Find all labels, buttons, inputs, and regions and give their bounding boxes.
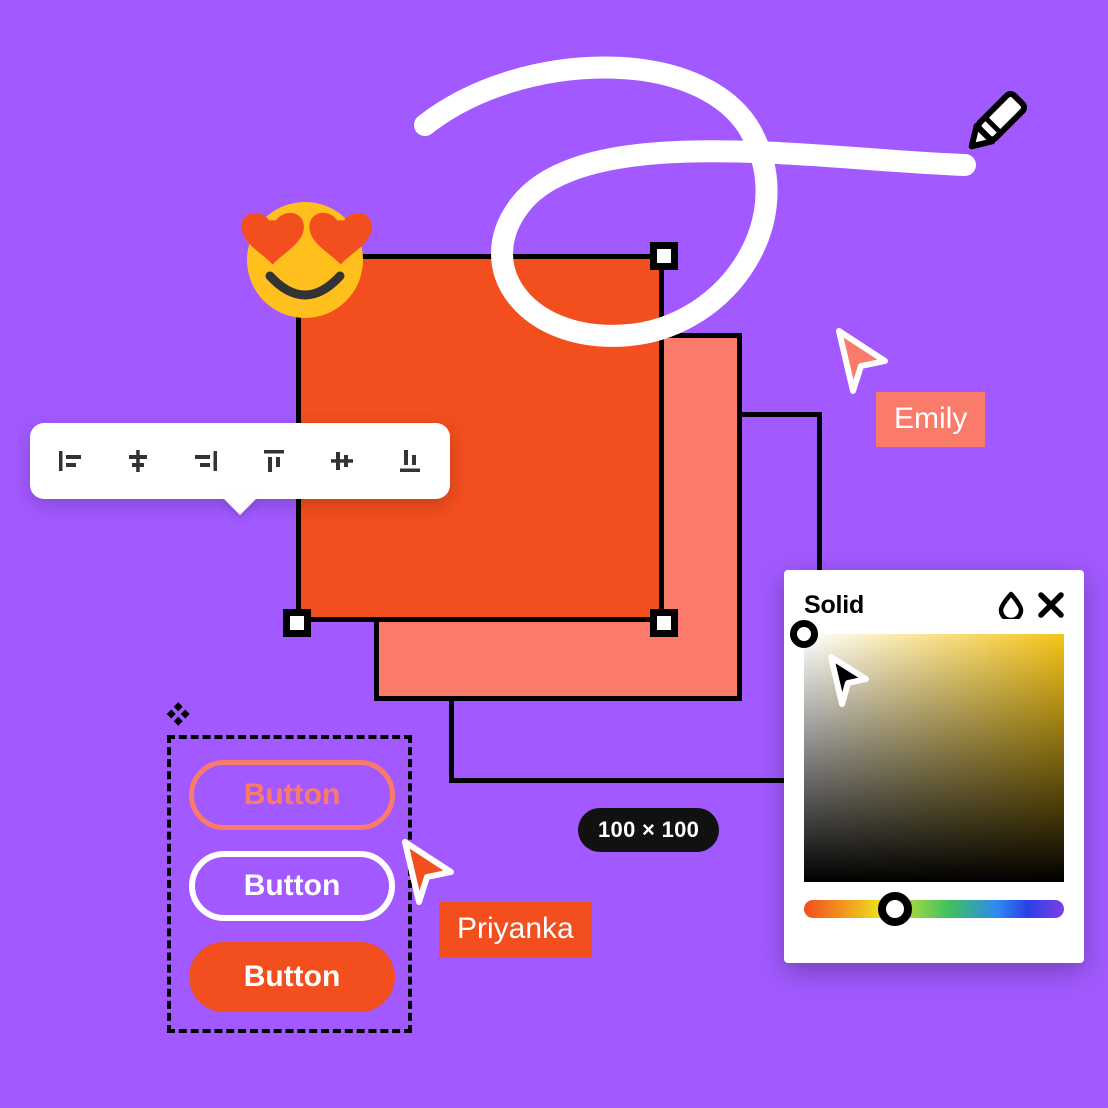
button-outline-salmon[interactable]: Button [189,760,395,830]
collaborator-label-emily: Emily [876,392,986,447]
button-label: Button [243,960,341,993]
align-vertical-centers-icon[interactable] [319,438,365,484]
dimension-badge: 100 × 100 [578,808,720,852]
selection-handle-bottom-left[interactable] [283,609,311,637]
component-diamond-icon [166,702,190,726]
collaborator-label-priyanka: Priyanka [439,902,592,957]
eyedropper-droplet-icon[interactable] [998,591,1024,619]
saturation-value-field[interactable] [790,620,1064,882]
align-top-icon[interactable] [251,438,297,484]
saturation-value-handle[interactable] [790,620,818,648]
alignment-toolbar[interactable] [30,423,450,499]
button-filled-orange[interactable]: Button [189,942,395,1012]
align-right-icon[interactable] [183,438,229,484]
cursor-arrow-icon [836,328,888,394]
hue-handle[interactable] [878,892,912,926]
button-group-selection[interactable]: Button Button Button [167,735,412,1033]
cursor-arrow-icon [828,654,869,707]
color-picker-panel[interactable]: Solid [784,570,1084,963]
pencil-marker-icon [968,90,1028,150]
button-label: Button [243,778,341,811]
button-label: Button [243,869,341,902]
color-picker-title: Solid [804,590,865,619]
align-bottom-icon[interactable] [387,438,433,484]
hue-slider[interactable] [804,892,1064,926]
hue-track[interactable] [804,900,1064,918]
selection-handle-top-right[interactable] [650,242,678,270]
align-left-icon[interactable] [47,438,93,484]
color-picker-header: Solid [804,588,1064,622]
cursor-arrow-icon [402,839,454,905]
close-x-icon[interactable] [1038,592,1064,618]
design-canvas[interactable]: 100 × 100 Button Button Button Emily Pri… [0,0,1108,1108]
heart-eyes-emoji [241,202,372,318]
toolbar-pointer [222,497,258,515]
selection-handle-bottom-right[interactable] [650,609,678,637]
button-outline-white[interactable]: Button [189,851,395,921]
align-horizontal-centers-icon[interactable] [115,438,161,484]
